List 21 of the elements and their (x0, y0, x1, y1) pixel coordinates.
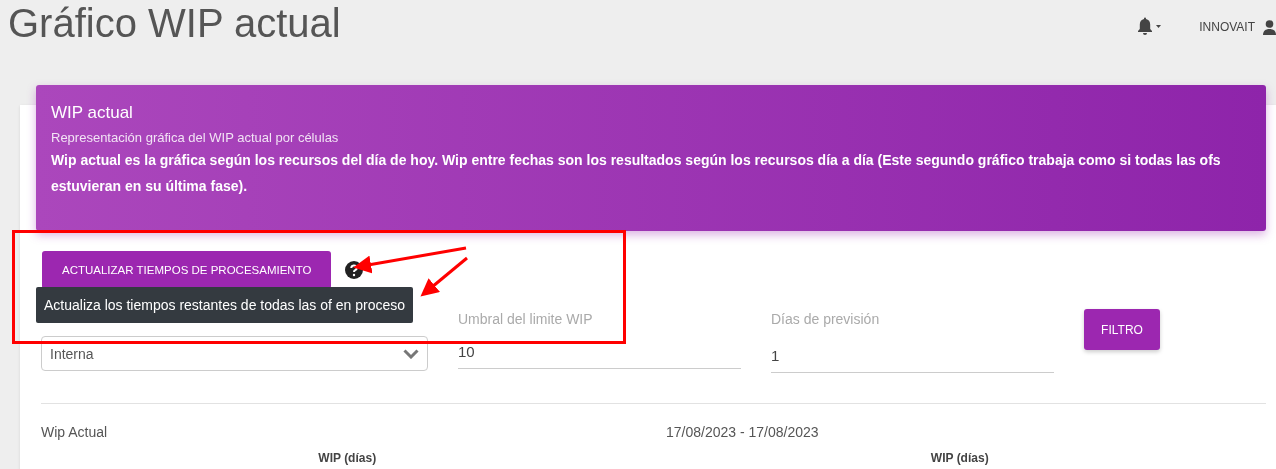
field-label: Días de previsión (771, 310, 881, 329)
banner-subtitle: Representación gráfica del WIP actual por células (51, 129, 340, 147)
help-icon[interactable] (345, 261, 364, 279)
chevron-down-icon (403, 348, 419, 359)
filter-button[interactable]: FILTRO (1084, 309, 1160, 350)
banner-description: Wip actual es la gráfica según los recursos del día de hoy. Wip entre fechas son los resultados según los recursos día a día (Este segundo gráfico trabaja como si todas las ofs estuvieran en su última fase). (51, 151, 1222, 196)
date-range: 17/08/2023 - 17/08/2023 (666, 424, 819, 440)
select-field[interactable]: Interna (41, 336, 428, 371)
user-icon[interactable] (1263, 19, 1276, 35)
bell-icon[interactable] (1135, 17, 1162, 37)
page-title: Gráfico WIP actual (8, 0, 341, 46)
input-field[interactable]: 1 (771, 347, 1054, 373)
field-label: Umbral del limite WIP (458, 310, 594, 329)
section-title: Wip Actual (41, 424, 109, 440)
chart-title: WIP (días) (930, 451, 989, 465)
tooltip: Actualiza los tiempos restantes de todas las of en proceso (36, 287, 414, 323)
update-times-button[interactable]: ACTUALIZAR TIEMPOS DE PROCESAMIENTO (42, 251, 332, 289)
banner-title: WIP actual (51, 102, 134, 124)
user-name[interactable]: INNOVAIT (1199, 20, 1255, 34)
chart-title: WIP (días) (318, 451, 377, 465)
input-field[interactable]: 10 (458, 343, 741, 369)
